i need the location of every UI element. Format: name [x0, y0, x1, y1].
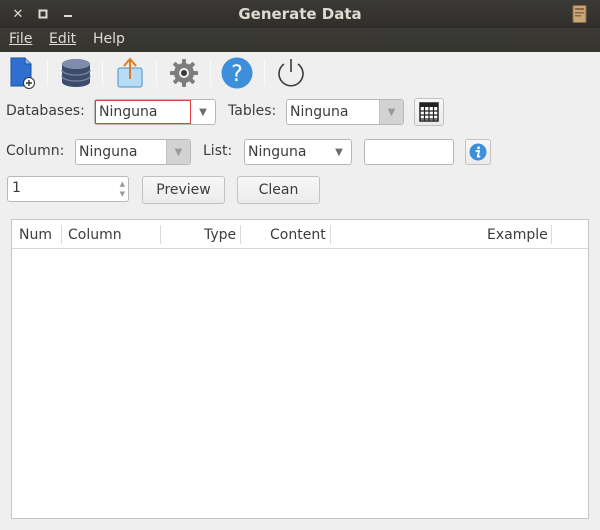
- title-bar: ✕ Generate Data: [0, 0, 600, 28]
- menu-edit[interactable]: Edit: [49, 31, 76, 47]
- toolbar-separator: [47, 60, 48, 86]
- column-separator[interactable]: [330, 225, 331, 244]
- data-table[interactable]: Num Column Type Content Example: [11, 219, 589, 519]
- menu-bar: File Edit Help: [0, 28, 600, 52]
- app-icon: [572, 5, 588, 23]
- dropdown-arrow-icon: ▼: [379, 100, 403, 124]
- dropdown-arrow-icon: ▼: [166, 140, 190, 164]
- grid-icon: [419, 102, 439, 122]
- menu-file[interactable]: File: [9, 31, 32, 47]
- column-header-example[interactable]: Example: [487, 227, 548, 243]
- toolbar-separator: [156, 60, 157, 86]
- column-separator[interactable]: [551, 225, 552, 244]
- column-label: Column:: [6, 143, 65, 159]
- toolbar: ?: [0, 52, 600, 94]
- column-header-type[interactable]: Type: [204, 227, 236, 243]
- window-title: Generate Data: [238, 5, 362, 23]
- help-icon[interactable]: ?: [220, 56, 254, 90]
- list-label: List:: [203, 143, 233, 159]
- databases-value[interactable]: Ninguna: [95, 100, 191, 124]
- database-icon[interactable]: [59, 56, 93, 90]
- info-icon: [469, 143, 487, 161]
- table-header: Num Column Type Content Example: [12, 220, 588, 249]
- svg-text:?: ?: [231, 62, 243, 87]
- export-icon[interactable]: [113, 56, 147, 90]
- databases-label: Databases:: [6, 103, 85, 119]
- toolbar-separator: [210, 60, 211, 86]
- table-grid-button[interactable]: [414, 98, 444, 126]
- column-header-column[interactable]: Column: [68, 227, 122, 243]
- tables-value: Ninguna: [290, 104, 349, 120]
- clean-button[interactable]: Clean: [237, 176, 320, 204]
- tables-label: Tables:: [228, 103, 277, 119]
- column-separator[interactable]: [240, 225, 241, 244]
- spin-up-icon[interactable]: ▲: [120, 180, 125, 188]
- column-combo[interactable]: Ninguna ▼: [75, 139, 191, 165]
- column-header-num[interactable]: Num: [19, 227, 52, 243]
- column-separator[interactable]: [61, 225, 62, 244]
- dropdown-arrow-icon[interactable]: ▼: [327, 140, 351, 164]
- toolbar-separator: [102, 60, 103, 86]
- spin-down-icon[interactable]: ▼: [120, 190, 125, 198]
- column-separator[interactable]: [160, 225, 161, 244]
- settings-gear-icon[interactable]: [167, 56, 201, 90]
- menu-help[interactable]: Help: [93, 31, 125, 47]
- databases-combo[interactable]: Ninguna ▼: [94, 99, 216, 125]
- preview-button[interactable]: Preview: [142, 176, 225, 204]
- power-icon[interactable]: [274, 56, 308, 90]
- row-count-value[interactable]: 1: [12, 180, 21, 196]
- toolbar-separator: [264, 60, 265, 86]
- column-value: Ninguna: [79, 144, 138, 160]
- row-count-spinner[interactable]: 1 ▲ ▼: [7, 176, 129, 202]
- info-button[interactable]: [465, 139, 491, 165]
- dropdown-arrow-icon[interactable]: ▼: [191, 100, 215, 124]
- list-value[interactable]: Ninguna: [245, 144, 327, 160]
- column-header-content[interactable]: Content: [270, 227, 326, 243]
- tables-combo[interactable]: Ninguna ▼: [286, 99, 404, 125]
- list-filter-input[interactable]: [364, 139, 454, 165]
- new-file-icon[interactable]: [5, 56, 39, 90]
- list-combo[interactable]: Ninguna ▼: [244, 139, 352, 165]
